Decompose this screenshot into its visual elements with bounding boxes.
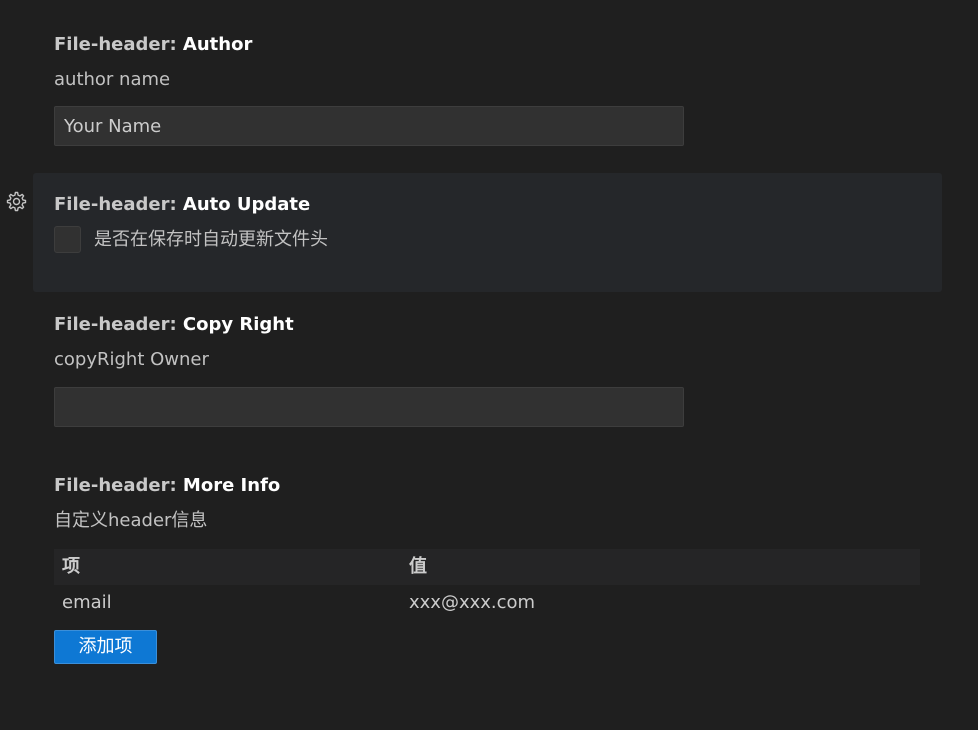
auto-update-checkbox-label: 是否在保存时自动更新文件头 [94,229,328,250]
setting-title: File-header: More Info [54,474,280,498]
setting-name: More Info [182,475,281,496]
author-input[interactable] [54,106,684,146]
setting-description: 自定义header信息 [54,510,208,531]
column-header-key: 项 [62,556,80,577]
gear-icon[interactable] [4,190,28,214]
setting-name: Auto Update [182,194,311,215]
setting-title: File-header: Auto Update [54,193,310,217]
column-header-value: 值 [409,556,427,577]
add-item-button[interactable]: 添加项 [54,630,157,664]
row-value: xxx@xxx.com [409,592,536,613]
setting-title: File-header: Author [54,33,252,57]
setting-description: author name [54,69,171,90]
setting-description: copyRight Owner [54,349,209,370]
setting-copy-right: File-header: Copy Right copyRight Owner [33,292,942,442]
setting-category: File-header: [54,475,183,496]
setting-name: Author [182,34,253,55]
row-key: email [62,592,112,613]
setting-author: File-header: Author author name [33,0,942,160]
setting-more-info: File-header: More Info 自定义header信息 项 值 e… [33,452,942,682]
auto-update-checkbox[interactable] [54,226,81,253]
setting-auto-update: File-header: Auto Update 是否在保存时自动更新文件头 [33,173,942,292]
setting-name: Copy Right [182,314,294,335]
setting-category: File-header: [54,34,183,55]
setting-title: File-header: Copy Right [54,313,294,337]
setting-category: File-header: [54,194,183,215]
table-header: 项 值 [54,549,920,585]
table-row[interactable]: email xxx@xxx.com [54,585,920,621]
settings-editor: File-header: Author author name File-hea… [0,0,978,730]
setting-category: File-header: [54,314,183,335]
copy-right-input[interactable] [54,387,684,427]
